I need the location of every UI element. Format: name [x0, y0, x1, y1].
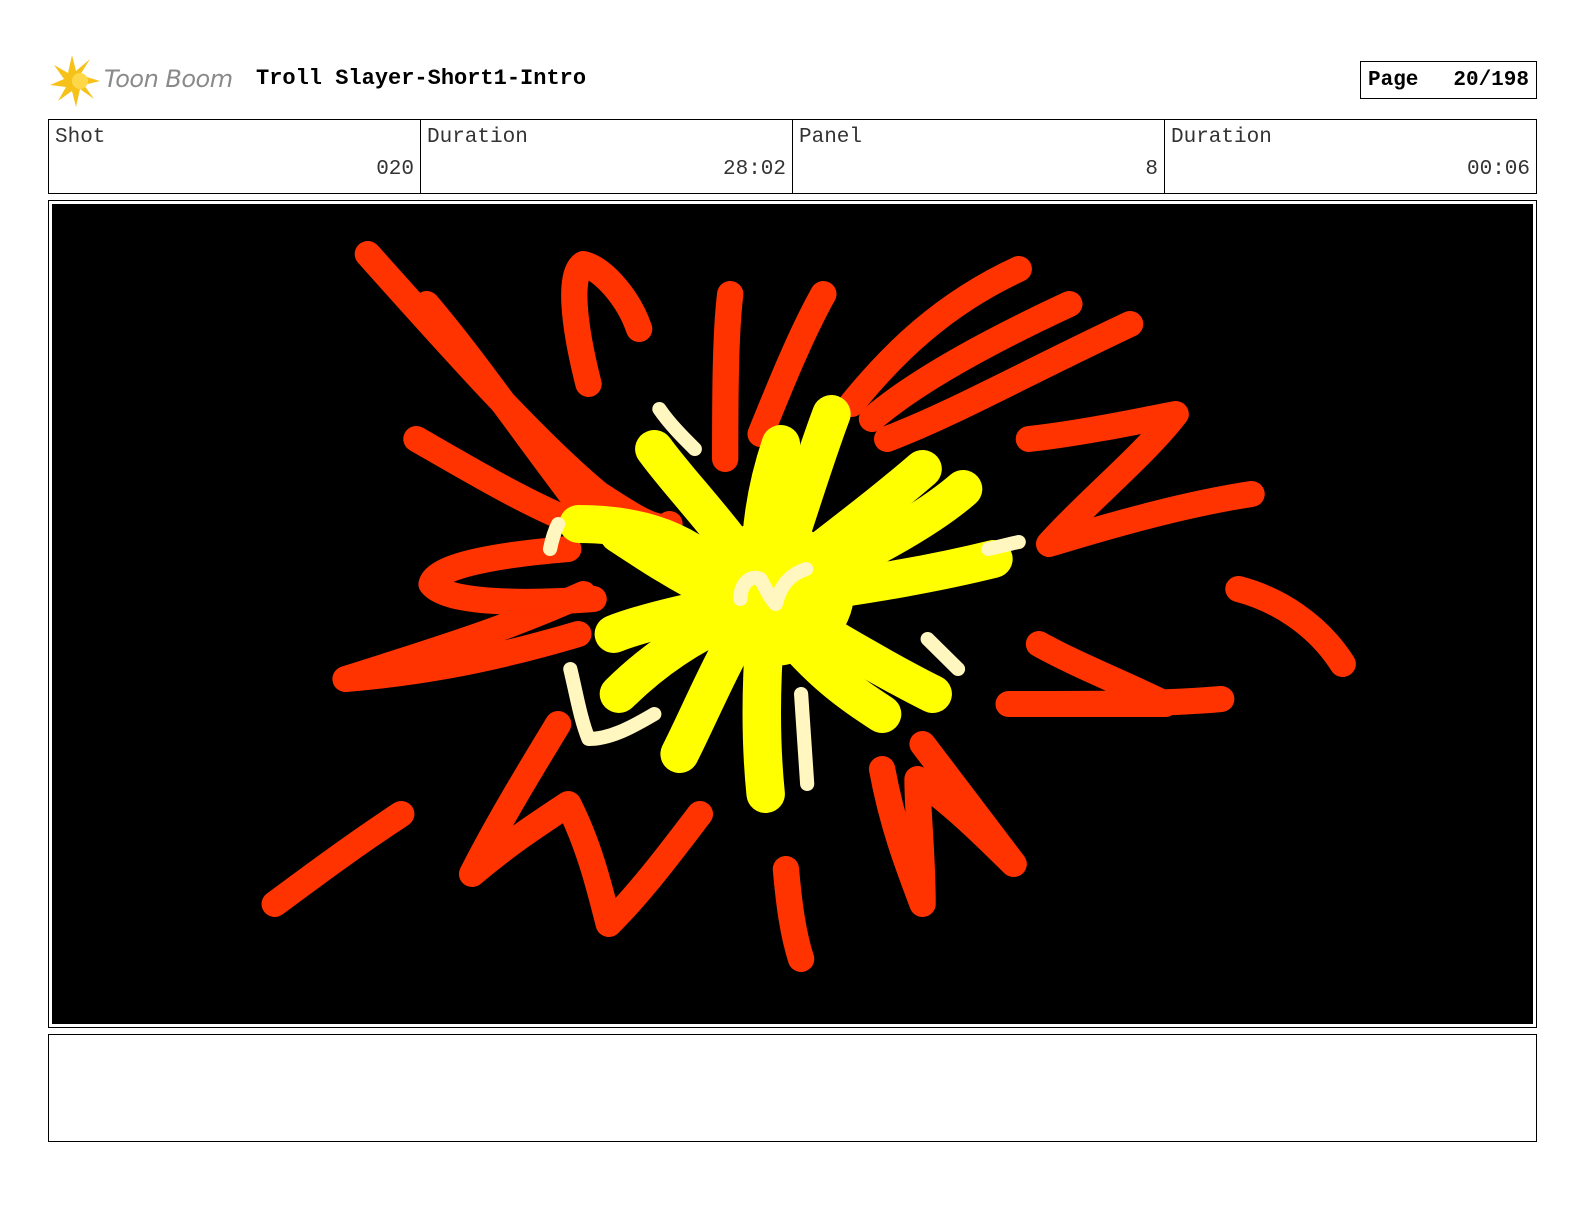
- red-stroke: [868, 731, 1027, 917]
- panel-label: Panel: [799, 126, 863, 149]
- red-stroke: [261, 801, 415, 917]
- starburst-logo-icon: [50, 55, 100, 107]
- highlight-stroke: [542, 517, 566, 556]
- panel-notes-box: [48, 1034, 1537, 1142]
- toon-boom-logo: Toon Boom: [50, 55, 240, 107]
- shot-cell: Shot 020: [49, 120, 420, 193]
- shot-label: Shot: [55, 126, 106, 149]
- red-stroke: [712, 281, 744, 472]
- panel-value: 8: [1145, 158, 1158, 181]
- panel-duration-value: 00:06: [1466, 158, 1530, 181]
- highlight-stroke: [920, 632, 966, 676]
- shot-value: 020: [376, 158, 414, 181]
- panel-duration-label: Duration: [1171, 126, 1272, 149]
- page-number: 20/198: [1453, 68, 1529, 92]
- logo-text: Toon Boom: [104, 65, 233, 93]
- red-stroke: [1015, 401, 1265, 557]
- red-stroke: [1225, 576, 1356, 677]
- red-stroke: [418, 536, 607, 615]
- panel-drawing: [52, 204, 1533, 1024]
- page-label: Page: [1368, 68, 1419, 92]
- red-stroke: [995, 631, 1235, 718]
- shot-info-table: Shot 020 Duration 28:02 Panel 8 Duration…: [48, 119, 1537, 194]
- shot-duration-value: 28:02: [722, 158, 786, 181]
- shot-duration-label: Duration: [427, 126, 528, 149]
- highlight-stroke: [981, 535, 1026, 556]
- panel-duration-cell: Duration 00:06: [1164, 120, 1536, 193]
- explosion-drawing: [261, 241, 1356, 972]
- page-indicator: Page 20/198: [1360, 61, 1537, 99]
- red-stroke: [561, 251, 653, 397]
- storyboard-panel-frame: [48, 200, 1537, 1028]
- document-title: Troll Slayer-Short1-Intro: [256, 66, 587, 91]
- shot-duration-cell: Duration 28:02: [420, 120, 792, 193]
- red-stroke: [772, 856, 815, 972]
- highlight-stroke: [794, 687, 815, 791]
- panel-cell: Panel 8: [792, 120, 1164, 193]
